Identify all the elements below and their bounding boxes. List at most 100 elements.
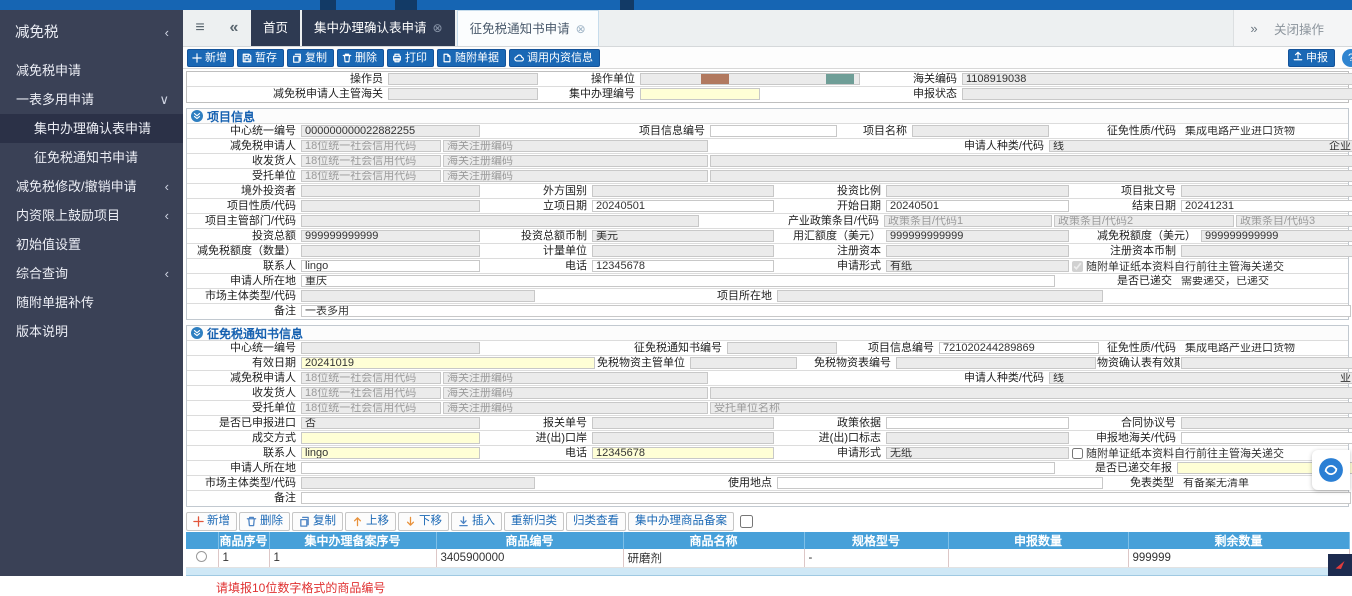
field-value[interactable]: [1181, 245, 1352, 257]
field-value[interactable]: 999999999999: [301, 230, 480, 242]
goods-toolbar-button-0[interactable]: 新增: [186, 512, 237, 531]
field-value[interactable]: [301, 245, 480, 257]
field-value[interactable]: 18位统一社会信用代码: [301, 387, 441, 399]
field-value[interactable]: 政策条目/代码3: [1236, 215, 1352, 227]
sidebar-item-3[interactable]: 征免税通知书申请: [0, 143, 183, 172]
field-value[interactable]: 20241231: [1181, 200, 1352, 212]
goods-toolbar-checkbox[interactable]: [740, 515, 753, 528]
field-value[interactable]: 海关注册编码: [443, 170, 708, 182]
field-value[interactable]: [301, 342, 480, 354]
field-value[interactable]: 海关注册编码: [443, 140, 708, 152]
field-value[interactable]: [592, 245, 774, 257]
field-value[interactable]: [727, 342, 837, 354]
field-value[interactable]: 海关注册编码: [443, 387, 708, 399]
field-value[interactable]: [592, 417, 774, 429]
field-value[interactable]: [912, 125, 1049, 137]
sidebar-item-4[interactable]: 减免税修改/撤销申请‹: [0, 172, 183, 201]
toolbar-button-6[interactable]: 调用内资信息: [509, 49, 600, 67]
field-value[interactable]: [710, 125, 837, 137]
field-value[interactable]: 线业: [1049, 372, 1352, 384]
field-value[interactable]: [777, 290, 1103, 302]
tab-2[interactable]: 征免税通知书申请⊗: [457, 10, 599, 46]
feedback-widget[interactable]: [1328, 554, 1352, 576]
field-value[interactable]: [301, 200, 480, 212]
field-value[interactable]: 受托单位名称: [710, 402, 1352, 414]
field-value[interactable]: 18位统一社会信用代码: [301, 170, 441, 182]
sidebar-item-8[interactable]: 随附单据补传: [0, 288, 183, 317]
field-value[interactable]: lingo: [301, 447, 480, 459]
field-value[interactable]: [777, 477, 1103, 489]
section-header[interactable]: 征免税通知书信息: [187, 326, 1348, 341]
field-value[interactable]: [1181, 432, 1352, 444]
field-value[interactable]: 20240501: [886, 200, 1069, 212]
field-value[interactable]: [710, 170, 1352, 182]
field-value[interactable]: 一表多用: [301, 305, 1351, 317]
field-value[interactable]: 000000000022882255: [301, 125, 480, 137]
field-value[interactable]: 20240501: [592, 200, 774, 212]
field-value[interactable]: [1181, 357, 1352, 369]
toolbar-button-1[interactable]: 暂存: [237, 49, 284, 67]
sidebar-item-7[interactable]: 综合查询‹: [0, 259, 183, 288]
field-value[interactable]: 线企业: [1049, 140, 1352, 152]
field-value[interactable]: [640, 73, 860, 85]
sidebar-item-1[interactable]: 一表多用申请∨: [0, 85, 183, 114]
field-value[interactable]: [301, 290, 535, 302]
paper-documents-checkbox[interactable]: [1072, 448, 1083, 459]
field-value[interactable]: 有纸: [886, 260, 1069, 272]
toolbar-button-4[interactable]: 打印: [387, 49, 434, 67]
field-value[interactable]: [301, 462, 1055, 474]
goods-toolbar-button-6[interactable]: 重新归类: [504, 512, 564, 531]
field-value[interactable]: 12345678: [592, 447, 774, 459]
field-value[interactable]: 1108919038: [962, 73, 1352, 85]
field-value[interactable]: [886, 432, 1069, 444]
paper-documents-checkbox[interactable]: [1072, 261, 1083, 272]
field-value[interactable]: 海关注册编码: [443, 402, 708, 414]
field-value[interactable]: [301, 477, 535, 489]
tab-close-icon[interactable]: ⊗: [433, 10, 443, 46]
field-value[interactable]: 12345678: [592, 260, 774, 272]
goods-toolbar-button-4[interactable]: 下移: [398, 512, 449, 531]
field-value[interactable]: [886, 417, 1069, 429]
toolbar-button-3[interactable]: 删除: [337, 49, 384, 67]
field-value[interactable]: [896, 357, 1096, 369]
field-value[interactable]: [301, 185, 480, 197]
field-value[interactable]: 海关注册编码: [443, 372, 708, 384]
assistant-widget[interactable]: [1312, 450, 1350, 490]
sidebar-item-2[interactable]: 集中办理确认表申请: [0, 114, 183, 143]
goods-toolbar-button-2[interactable]: 复制: [292, 512, 343, 531]
goods-toolbar-button-3[interactable]: 上移: [345, 512, 396, 531]
field-value[interactable]: [388, 73, 538, 85]
field-value[interactable]: 20241019: [301, 357, 595, 369]
goods-toolbar-button-5[interactable]: 插入: [451, 512, 502, 531]
toolbar-button-2[interactable]: 复制: [287, 49, 334, 67]
row-radio[interactable]: [196, 551, 207, 562]
field-value[interactable]: 重庆: [301, 275, 1055, 287]
field-value[interactable]: [690, 357, 797, 369]
field-value[interactable]: 政策条目/代码2: [1054, 215, 1234, 227]
close-operations-button[interactable]: 关闭操作: [1274, 19, 1352, 38]
field-value[interactable]: 海关注册编码: [443, 155, 708, 167]
sidebar-item-0[interactable]: 减免税申请: [0, 56, 183, 85]
field-value[interactable]: [1181, 417, 1352, 429]
sidebar-item-5[interactable]: 内资限上鼓励项目‹: [0, 201, 183, 230]
field-value[interactable]: [1181, 185, 1352, 197]
field-value[interactable]: 否: [301, 417, 480, 429]
field-value[interactable]: 999999999999: [1201, 230, 1352, 242]
field-value[interactable]: 政策条目/代码1: [884, 215, 1052, 227]
field-value[interactable]: [592, 432, 774, 444]
field-value[interactable]: 18位统一社会信用代码: [301, 402, 441, 414]
field-value[interactable]: [640, 88, 760, 100]
field-value[interactable]: [962, 88, 1352, 100]
field-value[interactable]: [710, 387, 1352, 399]
section-header[interactable]: 项目信息: [187, 109, 1348, 124]
field-value[interactable]: [388, 88, 538, 100]
sidebar-title[interactable]: 减免税 ‹: [0, 10, 183, 56]
goods-toolbar-button-7[interactable]: 归类查看: [566, 512, 626, 531]
field-value[interactable]: [592, 185, 774, 197]
field-value[interactable]: [301, 432, 480, 444]
tab-close-icon[interactable]: ⊗: [576, 11, 586, 47]
collapse-left-icon[interactable]: «: [217, 10, 251, 46]
field-value[interactable]: [886, 245, 1069, 257]
field-value[interactable]: 18位统一社会信用代码: [301, 155, 441, 167]
hamburger-icon[interactable]: ≡: [183, 10, 217, 46]
